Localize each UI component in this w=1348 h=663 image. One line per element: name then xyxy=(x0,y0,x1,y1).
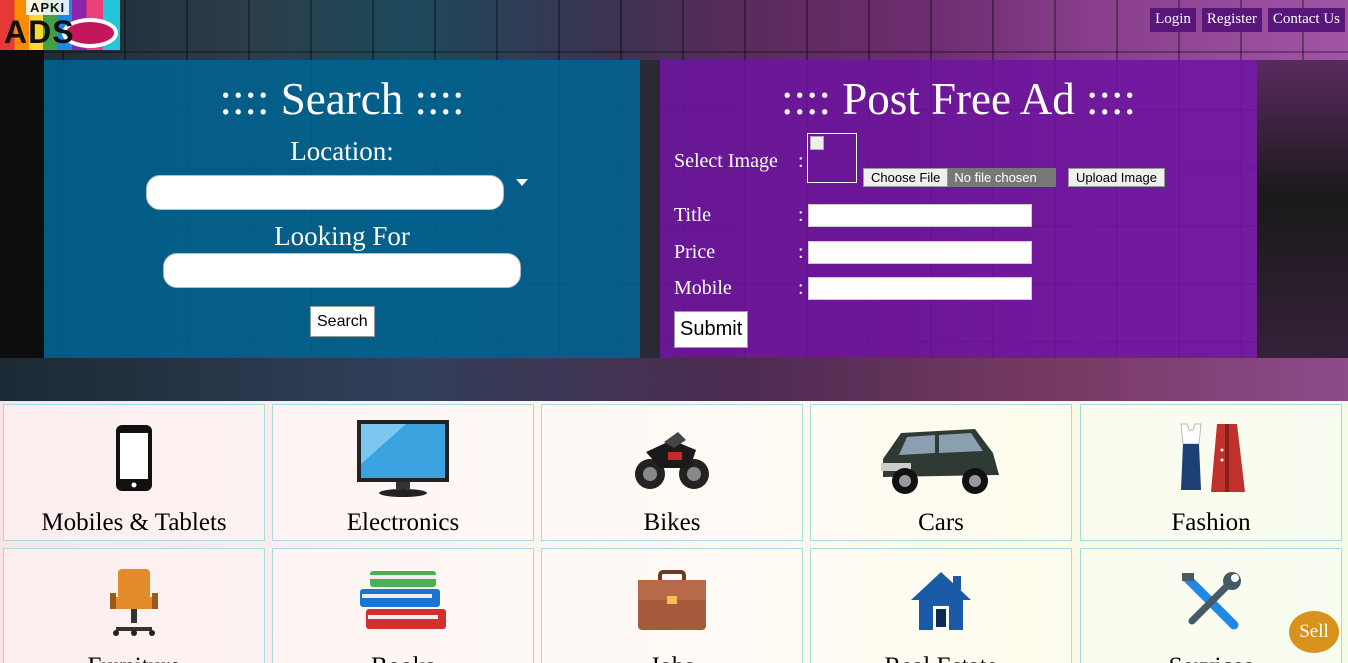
register-link[interactable]: Register xyxy=(1201,8,1262,32)
mobile-icon xyxy=(4,415,264,501)
looking-for-input[interactable] xyxy=(163,253,521,288)
hero-banner: APKI ADS Login Register Contact Us :::: … xyxy=(0,0,1348,401)
contact-us-link[interactable]: Contact Us xyxy=(1267,8,1345,32)
choose-file-button[interactable]: Choose File xyxy=(863,168,949,187)
colon: : xyxy=(798,204,804,226)
category-grid: Mobiles & Tablets Electronics Bikes Cars… xyxy=(0,401,1348,663)
background-tile xyxy=(1257,60,1348,400)
search-button[interactable]: Search xyxy=(310,306,375,337)
category-fashion[interactable]: Fashion xyxy=(1080,404,1342,541)
title-label: Title xyxy=(674,204,712,226)
logo-small-text: APKI xyxy=(26,0,70,15)
mobile-row: Mobile : xyxy=(674,277,1032,300)
house-icon xyxy=(811,559,1071,645)
post-ad-panel: :::: Post Free Ad :::: Select Image : Ch… xyxy=(660,60,1257,358)
login-link[interactable]: Login xyxy=(1150,8,1196,32)
select-image-row: Select Image : xyxy=(674,150,808,173)
category-label: Electronics xyxy=(346,509,460,536)
category-label: Services xyxy=(1081,653,1341,663)
background-tile xyxy=(0,50,44,400)
search-panel-title: :::: Search :::: xyxy=(219,74,465,124)
category-bikes[interactable]: Bikes xyxy=(541,404,803,541)
submit-button[interactable]: Submit xyxy=(674,311,749,348)
select-image-label: Select Image xyxy=(674,150,778,172)
upload-image-button[interactable]: Upload Image xyxy=(1068,168,1165,187)
category-label: Jobs xyxy=(542,653,802,663)
category-label: Bikes xyxy=(643,509,701,536)
briefcase-icon xyxy=(542,559,802,645)
tv-icon xyxy=(273,415,533,501)
price-input[interactable] xyxy=(808,241,1032,264)
no-file-text: No file chosen xyxy=(948,168,1057,187)
file-input[interactable]: Choose File No file chosen xyxy=(863,168,1057,187)
location-label: Location: xyxy=(290,136,394,166)
category-label: Fashion xyxy=(1171,509,1251,536)
search-panel: :::: Search :::: Location: Looking For S… xyxy=(44,60,640,358)
car-icon xyxy=(811,415,1071,501)
category-mobiles-tablets[interactable]: Mobiles & Tablets xyxy=(3,404,265,541)
chair-icon xyxy=(4,559,264,645)
colon: : xyxy=(798,277,804,299)
category-jobs[interactable]: Jobs xyxy=(541,548,803,663)
category-books[interactable]: Books xyxy=(272,548,534,663)
books-icon xyxy=(273,559,533,645)
sell-button[interactable]: Sell xyxy=(1289,611,1339,653)
background-tile xyxy=(0,358,1348,401)
title-input[interactable] xyxy=(808,204,1032,227)
background-tile xyxy=(640,60,660,358)
top-navigation: Login Register Contact Us xyxy=(1150,8,1345,32)
price-label: Price xyxy=(674,241,716,263)
category-real-estate[interactable]: Real Estate xyxy=(810,548,1072,663)
looking-for-label: Looking For xyxy=(274,221,410,251)
motorbike-icon xyxy=(542,415,802,501)
category-label: Furniture xyxy=(4,653,264,663)
category-label: Real Estate xyxy=(811,653,1071,663)
mobile-label: Mobile xyxy=(674,277,732,299)
category-cars[interactable]: Cars xyxy=(810,404,1072,541)
category-furniture[interactable]: Furniture xyxy=(3,548,265,663)
fashion-icon xyxy=(1081,415,1341,501)
post-ad-title: :::: Post Free Ad :::: xyxy=(780,74,1137,124)
site-logo[interactable]: APKI ADS xyxy=(0,0,120,50)
category-electronics[interactable]: Electronics xyxy=(272,404,534,541)
category-label: Mobiles & Tablets xyxy=(41,509,227,536)
chevron-down-icon[interactable] xyxy=(516,179,528,186)
category-label: Books xyxy=(273,653,533,663)
mobile-input[interactable] xyxy=(808,277,1032,300)
category-label: Cars xyxy=(918,509,964,536)
location-select[interactable] xyxy=(146,175,504,210)
image-preview xyxy=(807,133,857,183)
logo-big-text: ADS xyxy=(4,14,75,50)
title-row: Title : xyxy=(674,204,1032,227)
colon: : xyxy=(798,241,804,263)
price-row: Price : xyxy=(674,241,1032,264)
